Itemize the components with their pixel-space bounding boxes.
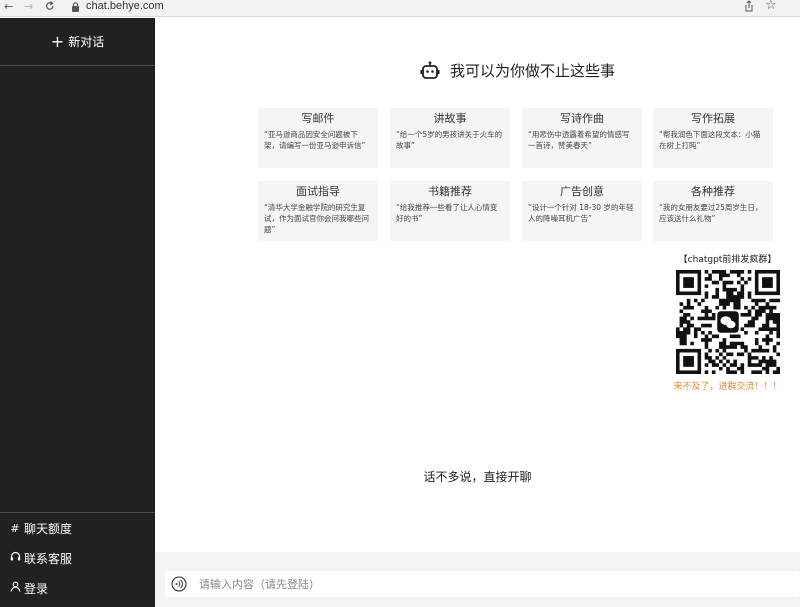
card-title: 广告创意 <box>560 185 604 198</box>
reload-button[interactable] <box>45 0 55 16</box>
suggestion-card[interactable]: 讲故事 “给一个5岁的男孩讲关于火车的故事” <box>390 108 510 168</box>
robot-icon <box>420 60 440 79</box>
card-title: 写邮件 <box>301 112 335 125</box>
suggestion-card[interactable]: 书籍推荐 “给我推荐一些看了让人心情变好的书” <box>390 181 510 241</box>
headset-icon <box>8 551 22 565</box>
sidebar-item-quota[interactable]: # 聊天额度 <box>0 513 155 543</box>
hash-icon: # <box>10 521 20 535</box>
user-icon <box>8 581 22 595</box>
suggestion-card[interactable]: 写诗作曲 “用悲伤中透露着希望的情感写一首诗，赞美春天” <box>522 108 642 168</box>
reload-icon <box>46 1 54 10</box>
bookmark-star-icon[interactable]: ☆ <box>765 0 777 13</box>
suggestion-card[interactable]: 各种推荐 “我的女朋友要过25周岁生日，应该送什么礼物” <box>653 181 773 241</box>
suggestion-card[interactable]: 写作拓展 “帮我润色下面这段文本：小猫在树上打盹” <box>653 108 773 168</box>
browser-toolbar: ← → chat.behye.com ☆ <box>0 0 800 17</box>
card-title: 写作拓展 <box>691 112 735 125</box>
card-description: “给我推荐一些看了让人心情变好的书” <box>396 203 498 223</box>
qr-title: 【chatgpt前排发疯群】 <box>678 255 777 265</box>
page-title: 我可以为你做不止这些事 <box>450 62 616 80</box>
new-chat-label: 新对话 <box>68 35 105 49</box>
back-button[interactable]: ← <box>4 0 13 14</box>
new-chat-button[interactable]: + 新对话 <box>0 18 155 66</box>
sidebar-item-login[interactable]: 登录 <box>0 573 155 603</box>
welcome-header: 我可以为你做不止这些事 <box>420 60 615 81</box>
card-title: 各种推荐 <box>691 185 735 198</box>
card-description: “我的女朋友要过25周岁生日，应该送什么礼物” <box>659 203 763 223</box>
suggestion-card[interactable]: 广告创意 “设计一个针对 18-30 岁的年轻人的降噪耳机广告” <box>522 181 642 241</box>
plus-icon: + <box>50 31 65 51</box>
card-title: 面试指导 <box>296 185 340 198</box>
suggestion-card[interactable]: 面试指导 “清华大学金融学院的研究生复试，作为面试官你会问我哪些问题” <box>258 181 378 241</box>
sidebar-bottom-menu: # 聊天额度 联系客服 登录 <box>0 512 155 603</box>
qr-note: 来不及了，进群交流！！！ <box>673 382 782 392</box>
voice-input-icon[interactable] <box>171 576 187 592</box>
card-description: “用悲伤中透露着希望的情感写一首诗，赞美春天” <box>528 130 630 150</box>
card-description: “给一个5岁的男孩讲关于火车的故事” <box>396 130 503 150</box>
card-title: 书籍推荐 <box>428 185 472 198</box>
sidebar: + 新对话 # 聊天额度 联系客服 登录 <box>0 18 155 607</box>
card-title: 写诗作曲 <box>560 112 604 125</box>
qr-code-panel: 【chatgpt前排发疯群】 来不及了，进群交流！！！ <box>670 252 785 392</box>
qr-code-image <box>675 270 780 374</box>
card-description: “设计一个针对 18-30 岁的年轻人的降噪耳机广告” <box>528 203 634 223</box>
suggestion-card[interactable]: 写邮件 “亚马逊商品因安全问题被下架，请编写一份亚马逊申诉信” <box>258 108 378 168</box>
card-description: “清华大学金融学院的研究生复试，作为面试官你会问我哪些问题” <box>264 203 369 234</box>
input-area <box>155 552 800 607</box>
card-description: “帮我润色下面这段文本：小猫在树上打盹” <box>659 130 761 150</box>
sidebar-item-label: 联系客服 <box>24 551 73 566</box>
welcome-subtitle: 话不多说，直接开聊 <box>423 470 532 484</box>
chat-input[interactable] <box>199 575 779 593</box>
address-bar[interactable]: chat.behye.com <box>86 0 164 13</box>
card-title: 讲故事 <box>433 112 467 125</box>
share-icon[interactable] <box>744 0 754 12</box>
lock-icon <box>72 2 79 12</box>
sidebar-item-label: 聊天额度 <box>24 521 73 536</box>
input-container <box>165 571 800 597</box>
sidebar-item-label: 登录 <box>24 581 49 596</box>
forward-button[interactable]: → <box>24 0 33 14</box>
sidebar-item-support[interactable]: 联系客服 <box>0 543 155 573</box>
card-description: “亚马逊商品因安全问题被下架，请编写一份亚马逊申诉信” <box>264 130 366 150</box>
main-panel: 我可以为你做不止这些事 写邮件 “亚马逊商品因安全问题被下架，请编写一份亚马逊申… <box>155 18 800 607</box>
